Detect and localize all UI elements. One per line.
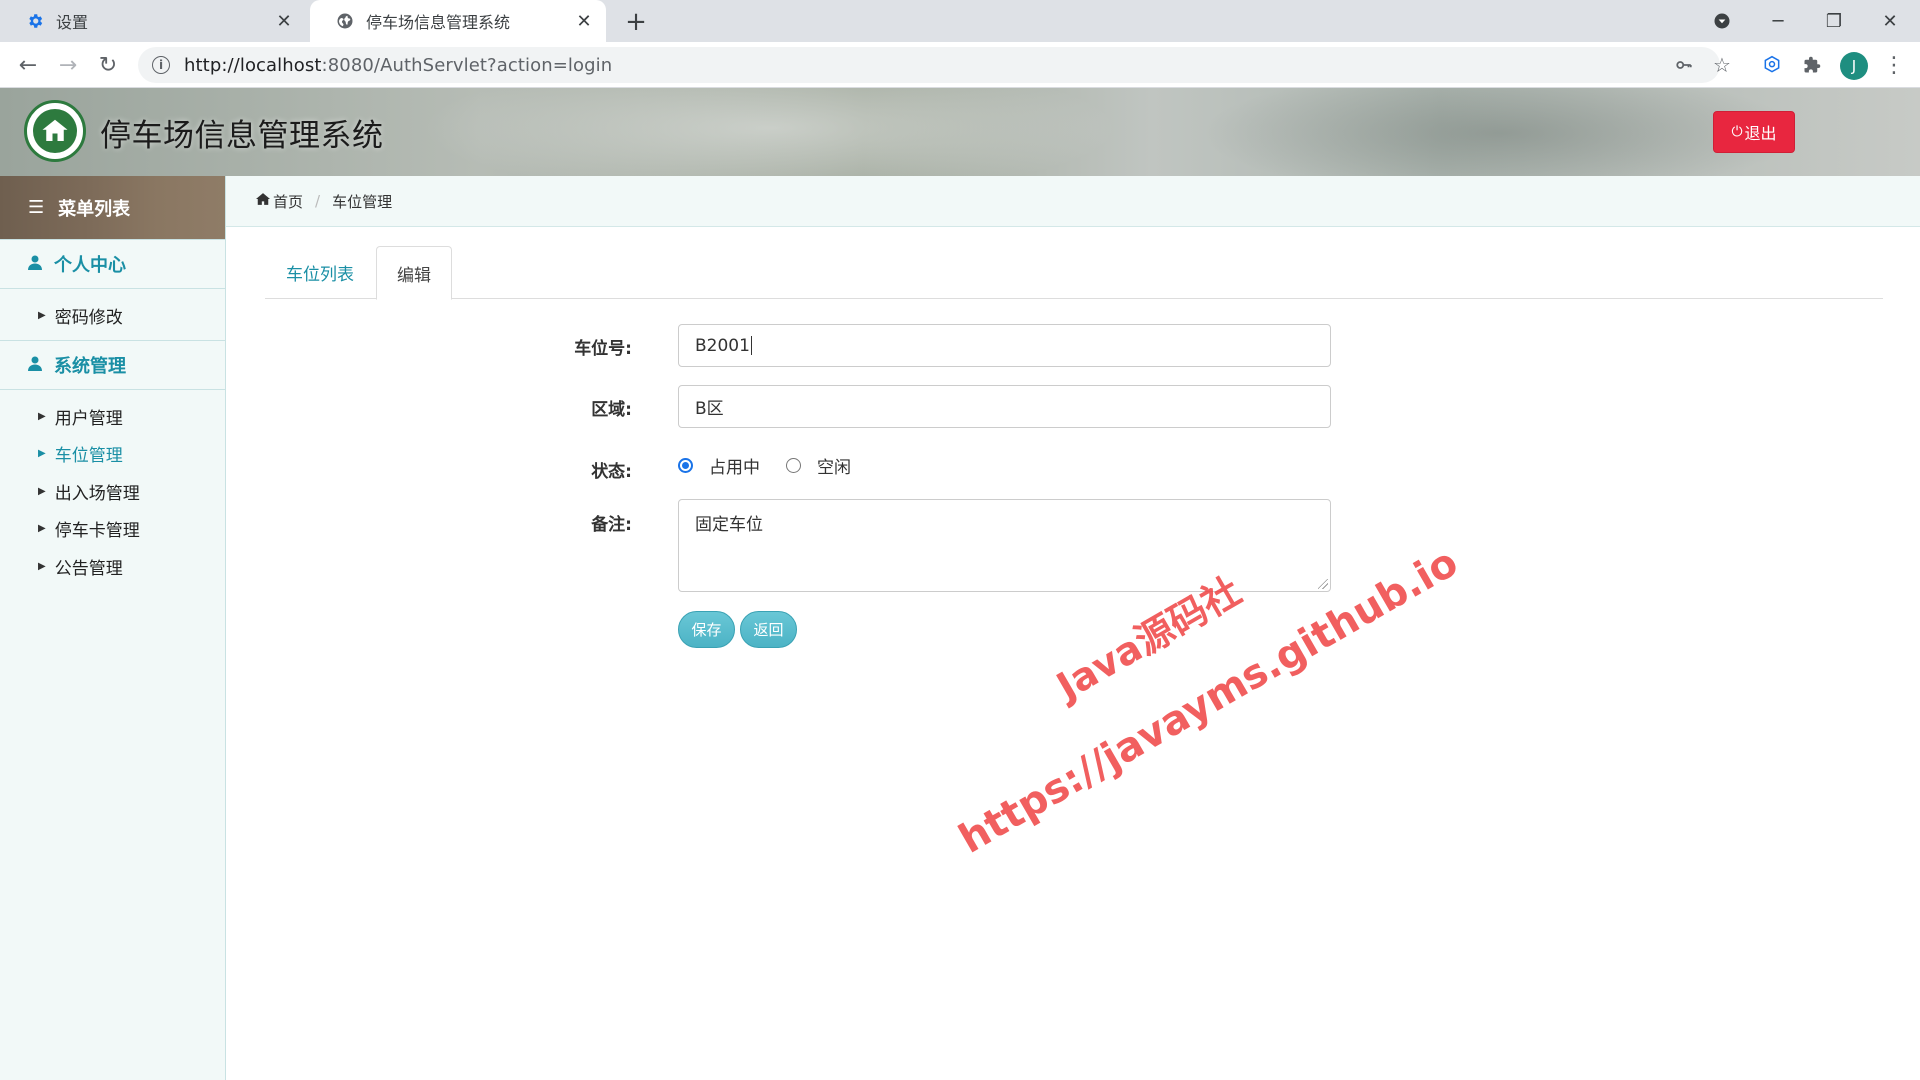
minimize-icon[interactable]: ─ — [1750, 0, 1806, 42]
app-header: 停车场信息管理系统 — [0, 88, 1920, 176]
caret-right-icon: ▶ — [38, 309, 46, 321]
page-tabs: 车位列表 编辑 — [265, 246, 1883, 300]
browser-toolbar: ← → ↻ i http://localhost:8080/AuthServle… — [0, 42, 1920, 88]
sidebar-item-users[interactable]: ▶ 用户管理 — [38, 403, 123, 429]
browser-tab-settings[interactable]: 设置 ✕ — [0, 0, 306, 42]
close-icon[interactable]: ✕ — [574, 11, 594, 32]
breadcrumb-home-label: 首页 — [273, 192, 304, 211]
radio-selected-icon — [678, 458, 693, 473]
status-radio-occupied[interactable]: 占用中 — [678, 453, 760, 478]
sidebar-group-label: 个人中心 — [54, 255, 126, 276]
radio-unselected-icon — [786, 458, 801, 473]
caret-right-icon: ▶ — [38, 447, 46, 459]
space-no-label: 车位号: — [574, 339, 632, 359]
close-icon[interactable]: ✕ — [274, 11, 294, 32]
user-icon — [28, 356, 42, 375]
restore-icon[interactable]: ❐ — [1806, 0, 1862, 42]
profile-avatar[interactable]: J — [1840, 52, 1868, 80]
text-cursor — [750, 336, 752, 355]
back-icon[interactable]: ← — [12, 49, 44, 81]
puzzle-icon[interactable] — [1796, 49, 1828, 81]
breadcrumb-home[interactable]: 首页 — [256, 191, 303, 212]
sidebar-item-parking-cards[interactable]: ▶ 停车卡管理 — [38, 515, 140, 541]
app-title: 停车场信息管理系统 — [100, 118, 384, 154]
caret-right-icon: ▶ — [38, 485, 46, 497]
reload-icon[interactable]: ↻ — [92, 49, 124, 81]
remark-value: 固定车位 — [695, 515, 763, 535]
sidebar-group-system[interactable]: 系统管理 — [0, 340, 225, 390]
space-no-value: B2001 — [695, 335, 750, 356]
gear-icon — [26, 12, 44, 30]
status-radio-free[interactable]: 空闲 — [786, 453, 851, 478]
browser-tabstrip: 设置 ✕ 停车场信息管理系统 ✕ + ─ ❐ ✕ — [0, 0, 1920, 42]
sidebar-item-password[interactable]: ▶ 密码修改 — [38, 302, 123, 328]
sidebar-item-label: 用户管理 — [54, 408, 123, 429]
sidebar-item-label: 公告管理 — [54, 558, 123, 579]
space-no-input[interactable]: B2001 — [678, 324, 1331, 367]
caret-right-icon: ▶ — [38, 522, 46, 534]
area-input[interactable]: B区 — [678, 385, 1331, 428]
university-logo — [24, 100, 86, 162]
status-label: 状态: — [591, 462, 632, 482]
key-icon[interactable] — [1668, 49, 1700, 81]
sidebar-item-parking-spaces[interactable]: ▶ 车位管理 — [38, 440, 123, 466]
breadcrumb: 首页 / 车位管理 — [226, 176, 1920, 227]
status-option-label: 空闲 — [817, 458, 851, 478]
menu-title: 菜单列表 — [58, 198, 131, 220]
sidebar-group-label: 系统管理 — [54, 356, 126, 377]
globe-icon — [336, 12, 354, 30]
resize-grip-icon[interactable] — [1318, 579, 1328, 589]
area-value: B区 — [695, 399, 724, 419]
forward-icon[interactable]: → — [52, 49, 84, 81]
area-label: 区域: — [591, 400, 632, 420]
caret-right-icon: ▶ — [38, 410, 46, 422]
address-bar[interactable]: i http://localhost:8080/AuthServlet?acti… — [138, 47, 1720, 83]
tab-space-list[interactable]: 车位列表 — [265, 246, 375, 299]
sidebar-item-announcements[interactable]: ▶ 公告管理 — [38, 553, 123, 579]
sidebar-group-personal[interactable]: 个人中心 — [0, 239, 225, 289]
logout-button[interactable]: ⏻ 退出 — [1713, 111, 1795, 153]
bookmark-star-icon[interactable]: ☆ — [1706, 49, 1738, 81]
user-icon — [28, 255, 42, 274]
sidebar-item-entry-exit[interactable]: ▶ 出入场管理 — [38, 478, 140, 504]
sidebar: ☰ 菜单列表 个人中心 ▶ 密码修改 系统管理 ▶ 用户管理 ▶ 车位管理 ▶ … — [0, 176, 226, 1080]
sidebar-item-label: 停车卡管理 — [54, 520, 140, 541]
logout-label: 退出 — [1744, 124, 1777, 143]
caret-right-icon: ▶ — [38, 560, 46, 572]
site-info-icon[interactable]: i — [152, 56, 170, 74]
tab-search-icon[interactable] — [1694, 0, 1750, 42]
power-icon: ⏻ — [1731, 124, 1743, 140]
sidebar-item-label: 密码修改 — [54, 307, 123, 328]
sidebar-item-label: 车位管理 — [54, 445, 123, 466]
breadcrumb-current: 车位管理 — [332, 192, 393, 211]
breadcrumb-separator: / — [315, 192, 321, 210]
sidebar-item-label: 出入场管理 — [54, 483, 140, 504]
browser-tab-app[interactable]: 停车场信息管理系统 ✕ — [310, 0, 606, 42]
browser-tab-label: 设置 — [56, 13, 89, 32]
more-menu-icon[interactable]: ⋮ — [1878, 49, 1910, 81]
remark-textarea[interactable]: 固定车位 — [678, 499, 1331, 592]
status-option-label: 占用中 — [709, 458, 760, 478]
remark-label: 备注: — [591, 515, 632, 535]
house-icon — [33, 109, 77, 153]
browser-tab-label: 停车场信息管理系统 — [366, 13, 511, 32]
extension-icon[interactable] — [1756, 49, 1788, 81]
menu-header: ☰ 菜单列表 — [0, 176, 225, 239]
list-icon: ☰ — [28, 197, 45, 218]
new-tab-icon[interactable]: + — [620, 6, 652, 38]
back-button[interactable]: 返回 — [740, 611, 797, 648]
save-button[interactable]: 保存 — [678, 611, 735, 648]
tab-edit[interactable]: 编辑 — [376, 246, 452, 300]
window-close-icon[interactable]: ✕ — [1862, 0, 1918, 42]
url-text: http://localhost:8080/AuthServlet?action… — [184, 54, 613, 76]
home-icon — [256, 193, 270, 209]
